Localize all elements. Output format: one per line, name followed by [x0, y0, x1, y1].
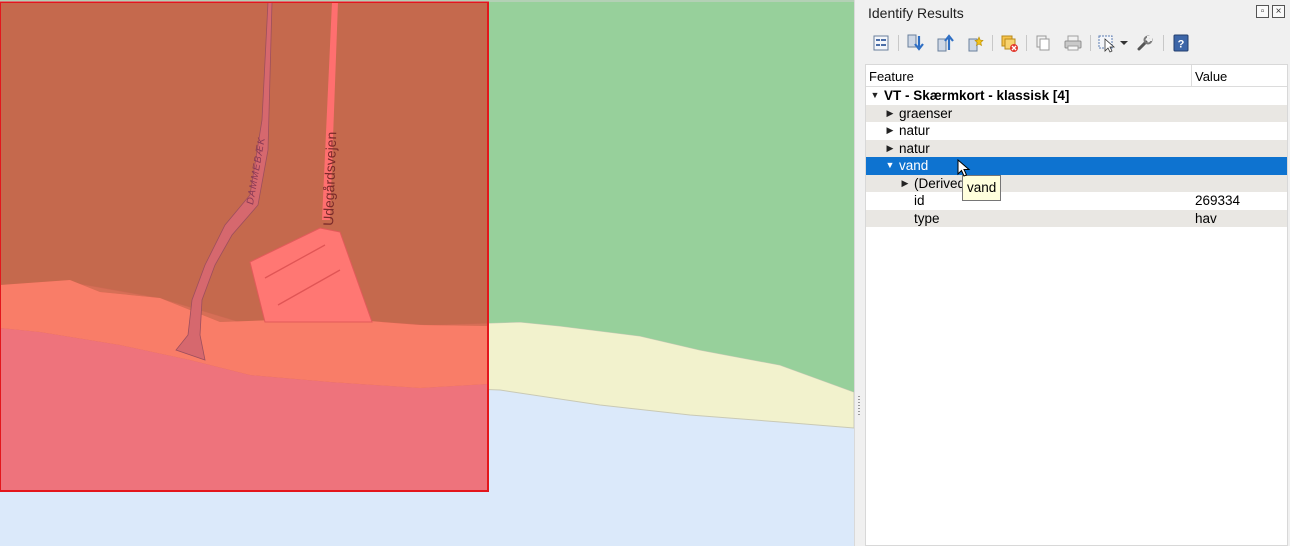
row-label: natur: [899, 140, 930, 156]
map-canvas[interactable]: Udegårdsvejen DAMMEBÆK: [0, 0, 854, 546]
tree-row-id[interactable]: id 269334: [866, 192, 1287, 210]
print-icon[interactable]: [1061, 31, 1085, 55]
tree-row-natur[interactable]: ▶ natur: [866, 122, 1287, 140]
expand-new-results-icon[interactable]: [963, 31, 987, 55]
splitter-grip[interactable]: [858, 396, 860, 416]
expand-arrow-icon[interactable]: ▶: [884, 122, 896, 139]
collapse-arrow-icon[interactable]: ▼: [884, 157, 896, 174]
expand-arrow-icon[interactable]: ▶: [884, 140, 896, 157]
road-label: Udegårdsvejen: [320, 131, 339, 226]
tree-header: Feature Value: [866, 65, 1287, 87]
feature-column-header[interactable]: Feature: [869, 69, 914, 84]
panel-title: Identify Results: [868, 5, 964, 21]
results-tree[interactable]: Feature Value ▼ VT - Skærmkort - klassis…: [865, 64, 1288, 546]
settings-wrench-icon[interactable]: [1133, 31, 1157, 55]
float-icon[interactable]: ▫: [1256, 5, 1269, 18]
row-label: natur: [899, 123, 930, 138]
layer-label: VT - Skærmkort - klassisk [4]: [884, 88, 1070, 103]
tree-row-graenser[interactable]: ▶ graenser: [866, 104, 1287, 122]
dropdown-arrow-icon[interactable]: [1117, 31, 1131, 55]
identify-results-panel: Identify Results ▫ × ? Feature Value ▼ V…: [863, 0, 1290, 546]
row-label: id: [914, 193, 925, 208]
copy-feature-icon[interactable]: [1031, 31, 1055, 55]
tree-row-type[interactable]: type hav: [866, 209, 1287, 227]
tree-row-derived[interactable]: ▶ (Derived): [866, 174, 1287, 192]
collapse-arrow-icon[interactable]: ▼: [869, 87, 881, 104]
value-column-header[interactable]: Value: [1195, 69, 1227, 84]
mouse-cursor-icon: [957, 159, 971, 177]
tree-row-layer[interactable]: ▼ VT - Skærmkort - klassisk [4]: [866, 87, 1287, 105]
identify-toolbar: ?: [869, 30, 1289, 56]
panel-splitter[interactable]: [854, 0, 863, 546]
svg-text:?: ?: [1178, 39, 1185, 51]
identify-mode-icon[interactable]: [1095, 31, 1119, 55]
expand-arrow-icon[interactable]: ▶: [899, 175, 911, 192]
collapse-all-icon[interactable]: [933, 31, 957, 55]
tree-row-vand[interactable]: ▼ vand: [866, 157, 1287, 175]
expand-all-icon[interactable]: [903, 31, 927, 55]
expand-arrow-icon[interactable]: ▶: [884, 105, 896, 122]
row-value: 269334: [1195, 193, 1241, 208]
tree-row-natur[interactable]: ▶ natur: [866, 139, 1287, 157]
map-view[interactable]: Udegårdsvejen DAMMEBÆK: [0, 0, 854, 546]
row-value: hav: [1195, 210, 1217, 226]
row-label: type: [914, 210, 940, 226]
close-icon[interactable]: ×: [1272, 5, 1285, 18]
row-label: graenser: [899, 105, 953, 121]
clear-results-icon[interactable]: [997, 31, 1021, 55]
row-label: vand: [899, 158, 929, 173]
help-icon[interactable]: ?: [1169, 31, 1193, 55]
expand-tree-icon[interactable]: [869, 31, 893, 55]
